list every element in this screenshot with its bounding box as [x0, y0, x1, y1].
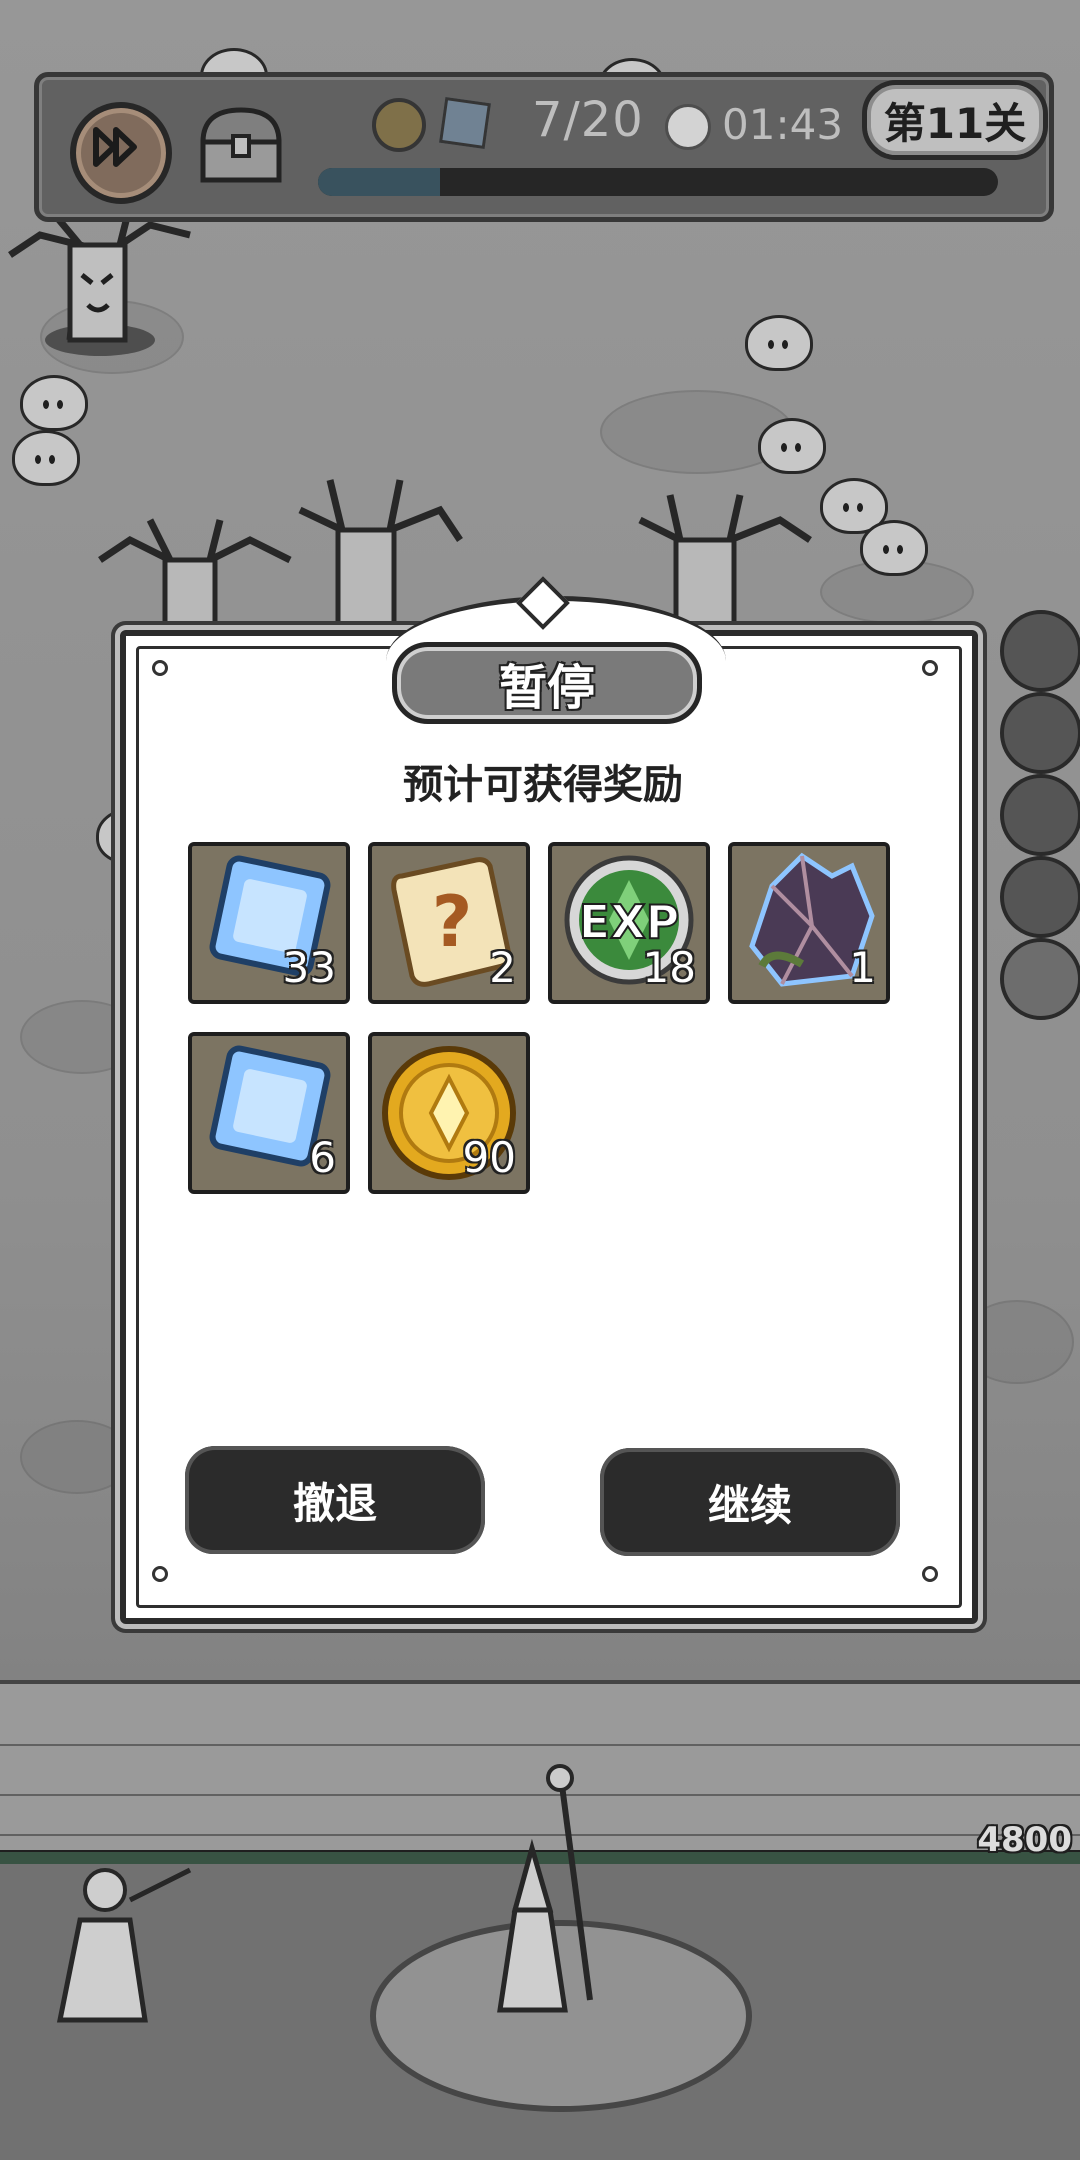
- continue-button[interactable]: 继续: [600, 1448, 900, 1556]
- dialog-rivet: [922, 660, 938, 676]
- reward-item[interactable]: EXP 18: [548, 842, 710, 1004]
- reward-count: 1: [849, 943, 876, 992]
- reward-count: 33: [282, 943, 336, 992]
- reward-item[interactable]: 33: [188, 842, 350, 1004]
- exp-label: EXP: [579, 895, 680, 949]
- rewards-subtitle: 预计可获得奖励: [403, 762, 683, 808]
- dialog-rivet: [152, 1566, 168, 1582]
- reward-count: 6: [309, 1133, 336, 1182]
- reward-item[interactable]: 1: [728, 842, 890, 1004]
- reward-count: 18: [642, 943, 696, 992]
- retreat-button[interactable]: 撤退: [185, 1446, 485, 1554]
- svg-text:?: ?: [432, 881, 473, 963]
- dialog-rivet: [152, 660, 168, 676]
- reward-count: 2: [489, 943, 516, 992]
- reward-item[interactable]: ? 2: [368, 842, 530, 1004]
- reward-item[interactable]: 90: [368, 1032, 530, 1194]
- reward-count: 90: [462, 1133, 516, 1182]
- dialog-title: 暂停: [392, 642, 702, 724]
- dialog-rivet: [922, 1566, 938, 1582]
- reward-item[interactable]: 6: [188, 1032, 350, 1194]
